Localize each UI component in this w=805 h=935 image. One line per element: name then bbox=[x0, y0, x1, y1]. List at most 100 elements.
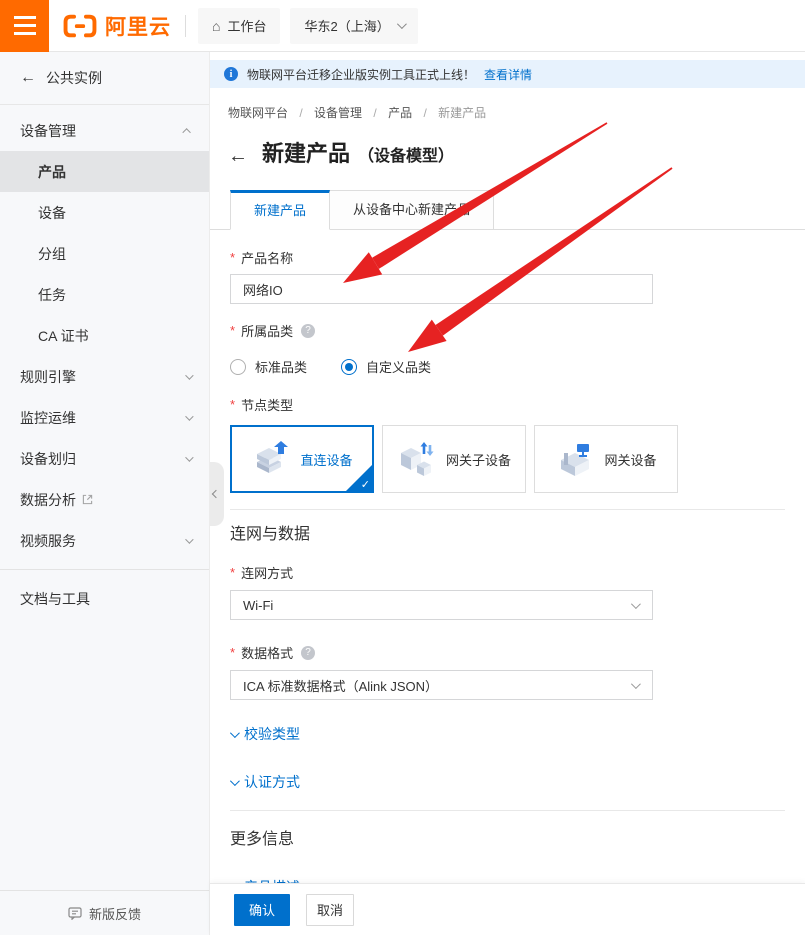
sidebar-item-monitoring-ops[interactable]: 监控运维 bbox=[0, 397, 209, 438]
breadcrumb-product[interactable]: 产品 bbox=[388, 106, 412, 120]
cancel-button[interactable]: 取消 bbox=[306, 894, 354, 926]
chevron-down-icon bbox=[631, 679, 641, 689]
external-link-icon bbox=[82, 494, 93, 505]
notification-banner: i 物联网平台迁移企业版实例工具正式上线！ 查看详情 bbox=[210, 60, 805, 88]
workbench-label: 工作台 bbox=[227, 16, 266, 35]
data-format-label-row: * 数据格式 ? bbox=[230, 643, 785, 662]
back-arrow-icon[interactable]: ← bbox=[228, 145, 248, 168]
region-selector[interactable]: 华东2（上海） bbox=[290, 8, 417, 44]
check-icon: ✓ bbox=[361, 478, 370, 491]
product-form: * 产品名称 * 所属品类 ? 标准品类 自定义品类 * bbox=[210, 248, 805, 897]
page-subtitle: （设备模型） bbox=[358, 142, 454, 166]
breadcrumb: 物联网平台 / 设备管理 / 产品 / 新建产品 bbox=[228, 104, 805, 121]
sidebar-nav: 设备管理 产品 设备 分组 任务 CA 证书 规则引擎 bbox=[0, 105, 209, 619]
category-label: 所属品类 bbox=[241, 321, 293, 340]
more-info-section-title: 更多信息 bbox=[230, 825, 785, 849]
product-name-input[interactable] bbox=[230, 274, 653, 304]
node-card-direct-device[interactable]: 直连设备 ✓ bbox=[230, 425, 374, 493]
feedback-button[interactable]: 新版反馈 bbox=[0, 891, 209, 935]
alibaba-cloud-logo-icon bbox=[63, 14, 97, 38]
sidebar-item-device-allocation[interactable]: 设备划归 bbox=[0, 438, 209, 479]
category-label-row: * 所属品类 ? bbox=[230, 321, 785, 340]
required-mark: * bbox=[230, 645, 235, 660]
sidebar-divider bbox=[0, 569, 209, 570]
chevron-down-icon bbox=[185, 453, 193, 461]
required-mark: * bbox=[230, 250, 235, 265]
main-content: i 物联网平台迁移企业版实例工具正式上线！ 查看详情 物联网平台 / 设备管理 … bbox=[210, 52, 805, 935]
chevron-down-icon bbox=[230, 728, 240, 738]
radio-selected-icon bbox=[341, 359, 357, 375]
chevron-down-icon bbox=[230, 776, 240, 786]
logo-text: 阿里云 bbox=[105, 11, 171, 41]
sidebar-item-rules-engine[interactable]: 规则引擎 bbox=[0, 356, 209, 397]
sidebar-item-device[interactable]: 设备 bbox=[0, 192, 209, 233]
sidebar-item-video-service[interactable]: 视频服务 bbox=[0, 520, 209, 561]
sidebar-item-product[interactable]: 产品 bbox=[0, 151, 209, 192]
product-name-label-row: * 产品名称 bbox=[230, 248, 785, 267]
net-method-value: Wi-Fi bbox=[243, 598, 273, 613]
chevron-down-icon bbox=[185, 371, 193, 379]
node-card-gateway-device[interactable]: 网关设备 bbox=[534, 425, 678, 493]
confirm-button[interactable]: 确认 bbox=[234, 894, 290, 926]
form-footer: 确认 取消 bbox=[210, 883, 805, 935]
radio-custom-category[interactable]: 自定义品类 bbox=[341, 357, 431, 376]
sidebar-item-ca-cert[interactable]: CA 证书 bbox=[0, 315, 209, 356]
chevron-down-icon bbox=[185, 535, 193, 543]
breadcrumb-device-management[interactable]: 设备管理 bbox=[314, 106, 362, 120]
data-format-label: 数据格式 bbox=[241, 643, 293, 662]
gateway-device-icon bbox=[555, 440, 595, 478]
back-arrow-icon: ← bbox=[20, 69, 36, 87]
topbar: 阿里云 ⌂ 工作台 华东2（上海） bbox=[0, 0, 805, 52]
region-label: 华东2（上海） bbox=[304, 16, 389, 35]
direct-device-icon bbox=[251, 440, 291, 478]
help-icon[interactable]: ? bbox=[301, 324, 315, 338]
chevron-left-icon bbox=[212, 490, 220, 498]
product-name-label: 产品名称 bbox=[241, 248, 293, 267]
required-mark: * bbox=[230, 323, 235, 338]
check-type-toggle[interactable]: 校验类型 bbox=[230, 724, 785, 744]
alibaba-cloud-logo[interactable]: 阿里云 bbox=[63, 11, 171, 41]
sidebar-collapse-handle[interactable] bbox=[210, 462, 224, 526]
sidebar-feedback-area: 新版反馈 bbox=[0, 890, 209, 935]
breadcrumb-iot-platform[interactable]: 物联网平台 bbox=[228, 106, 288, 120]
workbench-button[interactable]: ⌂ 工作台 bbox=[198, 8, 280, 44]
section-divider bbox=[230, 509, 785, 510]
node-type-label: 节点类型 bbox=[241, 395, 293, 414]
radio-standard-category[interactable]: 标准品类 bbox=[230, 357, 307, 376]
hamburger-menu-icon[interactable] bbox=[0, 0, 49, 52]
chevron-down-icon bbox=[631, 599, 641, 609]
tab-new-product[interactable]: 新建产品 bbox=[230, 190, 330, 230]
help-icon[interactable]: ? bbox=[301, 646, 315, 660]
sidebar-item-data-analytics[interactable]: 数据分析 bbox=[0, 479, 209, 520]
required-mark: * bbox=[230, 397, 235, 412]
page: 阿里云 ⌂ 工作台 华东2（上海） ← 公共实例 设备管理 产品 设备 bbox=[0, 0, 805, 935]
net-method-label: 连网方式 bbox=[241, 563, 293, 582]
tab-new-from-device-center[interactable]: 从设备中心新建产品 bbox=[330, 190, 494, 230]
back-to-public-instance[interactable]: ← 公共实例 bbox=[0, 52, 209, 105]
sidebar-item-docs-tools[interactable]: 文档与工具 bbox=[0, 578, 209, 619]
feedback-comment-icon bbox=[68, 907, 82, 920]
section-divider bbox=[230, 810, 785, 811]
node-type-cards: 直连设备 ✓ 网关子设备 bbox=[230, 425, 785, 493]
required-mark: * bbox=[230, 565, 235, 580]
category-radio-group: 标准品类 自定义品类 bbox=[230, 357, 785, 376]
chevron-down-icon bbox=[185, 412, 193, 420]
radio-unselected-icon bbox=[230, 359, 246, 375]
node-card-gateway-sub-device[interactable]: 网关子设备 bbox=[382, 425, 526, 493]
sidebar-item-task[interactable]: 任务 bbox=[0, 274, 209, 315]
info-icon: i bbox=[224, 67, 238, 81]
data-format-select[interactable]: ICA 标准数据格式（Alink JSON） bbox=[230, 670, 653, 700]
net-method-select[interactable]: Wi-Fi bbox=[230, 590, 653, 620]
data-format-value: ICA 标准数据格式（Alink JSON） bbox=[243, 676, 438, 695]
sidebar: ← 公共实例 设备管理 产品 设备 分组 任务 CA 证书 bbox=[0, 52, 210, 935]
net-method-label-row: * 连网方式 bbox=[230, 563, 785, 582]
sidebar-item-group[interactable]: 分组 bbox=[0, 233, 209, 274]
chevron-down-icon bbox=[397, 19, 407, 29]
breadcrumb-new-product: 新建产品 bbox=[438, 106, 486, 120]
page-title: 新建产品 bbox=[262, 136, 350, 168]
sidebar-item-device-management[interactable]: 设备管理 bbox=[0, 110, 209, 151]
auth-method-toggle[interactable]: 认证方式 bbox=[230, 772, 785, 792]
page-header: ← 新建产品 （设备模型） bbox=[228, 136, 805, 168]
banner-text: 物联网平台迁移企业版实例工具正式上线！ bbox=[247, 66, 475, 83]
banner-detail-link[interactable]: 查看详情 bbox=[484, 66, 532, 83]
